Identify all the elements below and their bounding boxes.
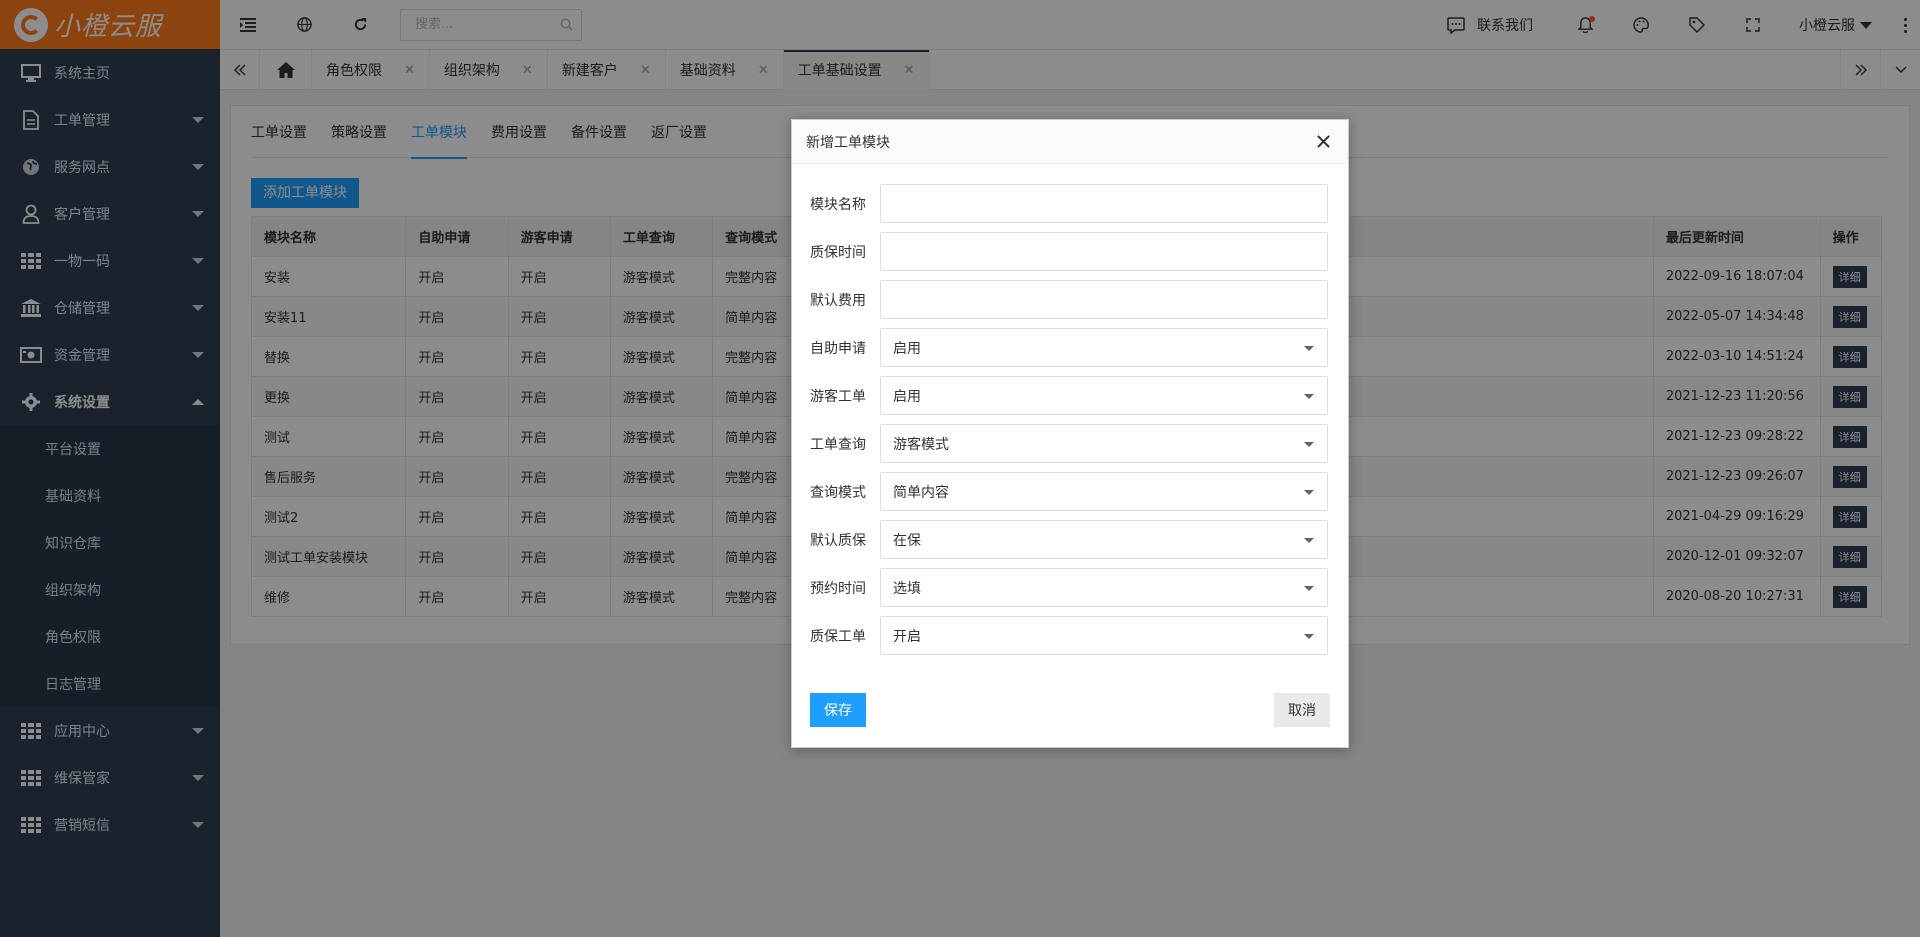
dialog-form: 模块名称 质保时间 默认费用 自助申请 启用 游客工单 启用 工单查询 游客模式 查询模式 简单内容… — [792, 164, 1348, 655]
field-label: 游客工单 — [810, 388, 866, 405]
caret-down-icon — [1304, 586, 1314, 591]
add-module-dialog: 新增工单模块 模块名称 质保时间 默认费用 自助申请 启用 游客工单 启用 工单查询 游客模式查… — [791, 119, 1349, 748]
form-row: 默认质保 在保 — [810, 520, 1328, 559]
select-value: 启用 — [893, 388, 921, 405]
caret-down-icon — [1304, 538, 1314, 543]
form-row: 自助申请 启用 — [810, 328, 1328, 367]
caret-down-icon — [1304, 346, 1314, 351]
field-label: 质保工单 — [810, 628, 866, 645]
select-field[interactable]: 启用 — [880, 376, 1328, 415]
field-label: 工单查询 — [810, 436, 866, 453]
caret-down-icon — [1304, 634, 1314, 639]
caret-down-icon — [1304, 490, 1314, 495]
field-label: 预约时间 — [810, 580, 866, 597]
text-field[interactable] — [880, 184, 1328, 223]
save-button[interactable]: 保存 — [810, 693, 866, 727]
field-label: 模块名称 — [810, 196, 866, 213]
dialog-close-button[interactable] — [1312, 130, 1334, 152]
select-value: 选填 — [893, 580, 921, 597]
select-value: 简单内容 — [893, 484, 949, 501]
text-field[interactable] — [880, 280, 1328, 319]
dialog-title: 新增工单模块 — [806, 134, 890, 151]
select-value: 开启 — [893, 628, 921, 645]
select-field[interactable]: 选填 — [880, 568, 1328, 607]
form-row: 预约时间 选填 — [810, 568, 1328, 607]
select-field[interactable]: 简单内容 — [880, 472, 1328, 511]
form-row: 默认费用 — [810, 280, 1328, 319]
select-field[interactable]: 启用 — [880, 328, 1328, 367]
select-value: 在保 — [893, 532, 921, 549]
select-field[interactable]: 游客模式 — [880, 424, 1328, 463]
form-row: 游客工单 启用 — [810, 376, 1328, 415]
dialog-header: 新增工单模块 — [792, 120, 1348, 164]
field-label: 查询模式 — [810, 484, 866, 501]
field-label: 默认费用 — [810, 292, 866, 309]
form-row: 模块名称 — [810, 184, 1328, 223]
caret-down-icon — [1304, 394, 1314, 399]
field-label: 默认质保 — [810, 532, 866, 549]
caret-down-icon — [1304, 442, 1314, 447]
form-row: 质保工单 开启 — [810, 616, 1328, 655]
form-row: 工单查询 游客模式 — [810, 424, 1328, 463]
dialog-footer: 保存 取消 — [810, 693, 1330, 727]
form-row: 质保时间 — [810, 232, 1328, 271]
field-label: 自助申请 — [810, 340, 866, 357]
text-field[interactable] — [880, 232, 1328, 271]
select-value: 游客模式 — [893, 436, 949, 453]
select-field[interactable]: 开启 — [880, 616, 1328, 655]
cancel-button[interactable]: 取消 — [1274, 693, 1330, 727]
field-label: 质保时间 — [810, 244, 866, 261]
close-icon — [1316, 134, 1330, 148]
select-field[interactable]: 在保 — [880, 520, 1328, 559]
form-row: 查询模式 简单内容 — [810, 472, 1328, 511]
select-value: 启用 — [893, 340, 921, 357]
